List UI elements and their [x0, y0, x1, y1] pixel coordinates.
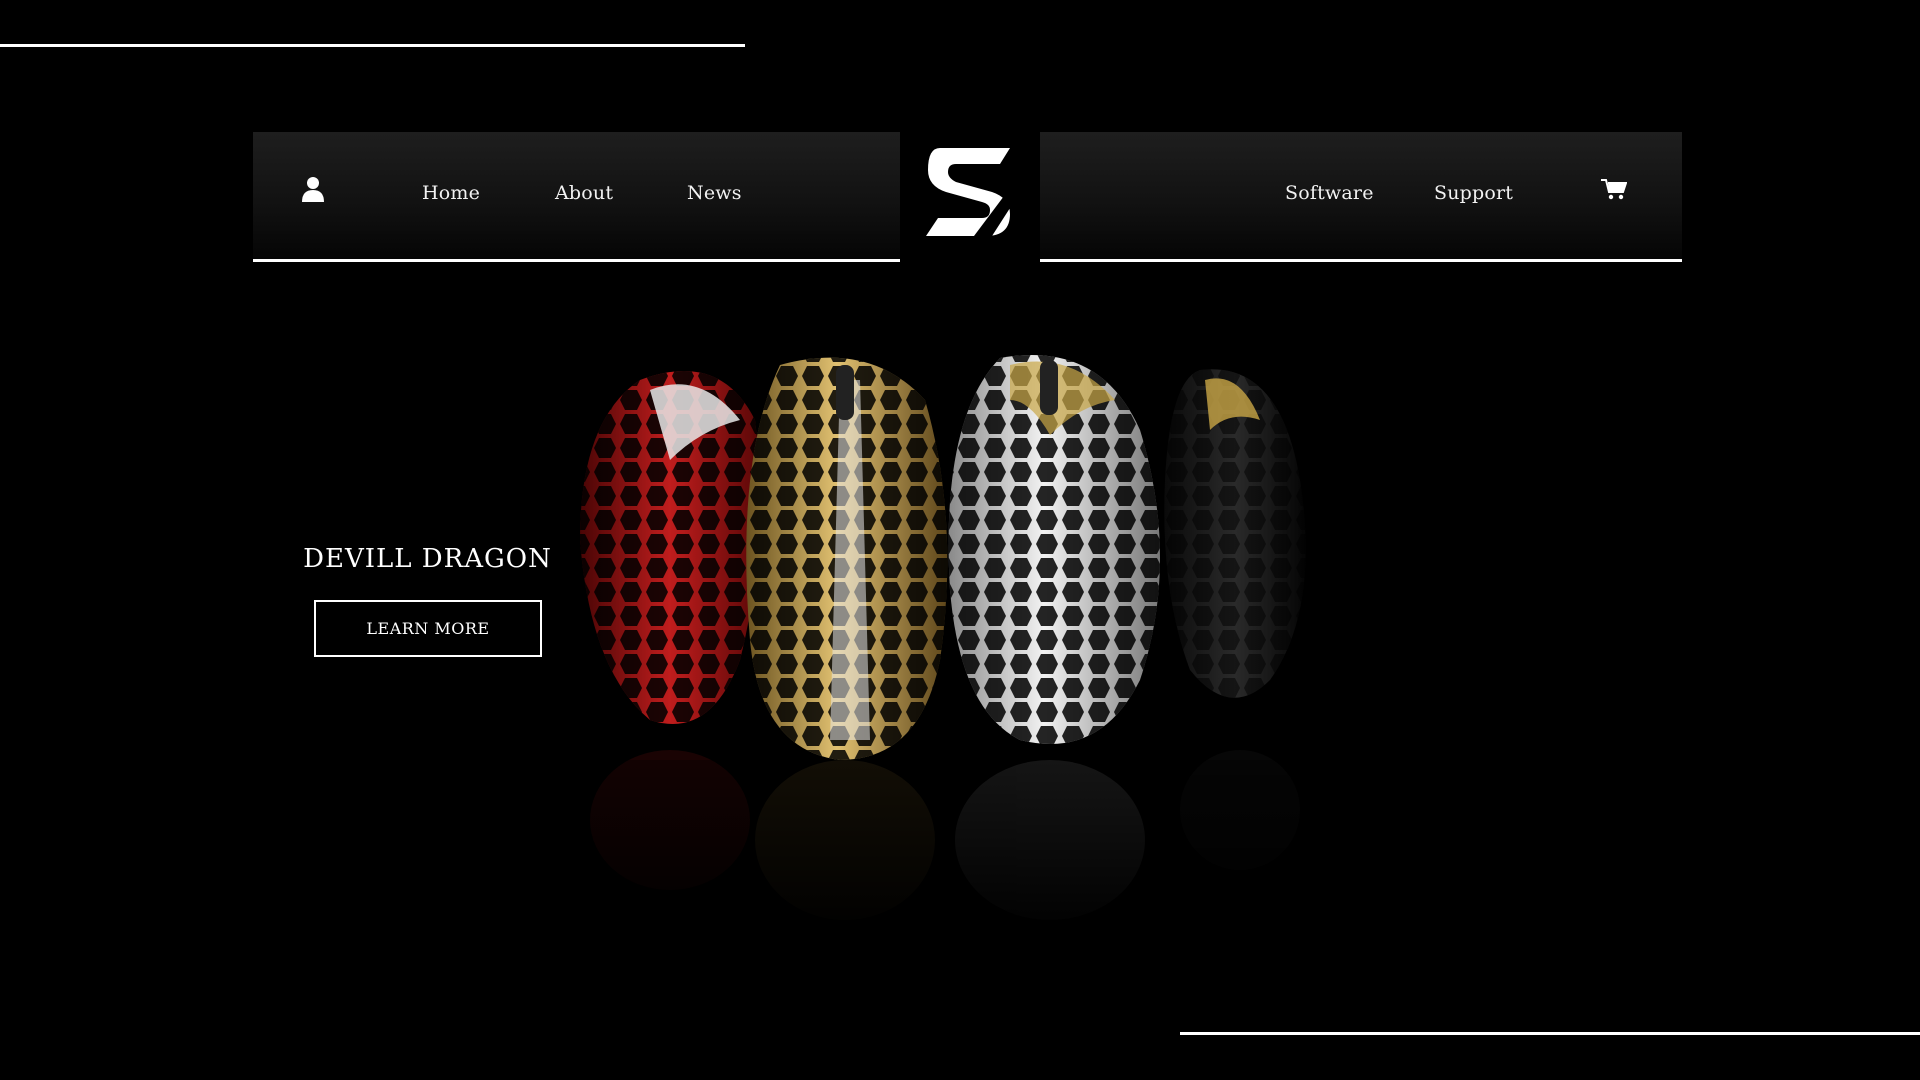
mouse-gold [746, 357, 948, 760]
nav-home-link[interactable]: Home [422, 182, 480, 204]
decorative-line-top [0, 44, 745, 47]
nav-news-link[interactable]: News [687, 182, 742, 204]
nav-about-link[interactable]: About [555, 182, 613, 204]
mouse-silver [948, 355, 1160, 744]
nav-right-panel: Software Support [1040, 132, 1682, 262]
nav-left-panel: Home About News [253, 132, 900, 262]
cart-icon[interactable] [1601, 178, 1628, 200]
brand-logo[interactable] [918, 142, 1018, 242]
page: Home About News Software Support DEVILL … [0, 0, 1920, 1080]
hero-title: DEVILL DRAGON [303, 544, 552, 574]
user-icon[interactable] [301, 176, 325, 202]
mouse-red [580, 371, 760, 724]
hero-product-image [540, 355, 1440, 940]
nav-software-link[interactable]: Software [1285, 182, 1374, 204]
mouse-black [1164, 369, 1306, 698]
nav-support-link[interactable]: Support [1434, 182, 1513, 204]
learn-more-button[interactable]: LEARN MORE [314, 600, 542, 657]
decorative-line-bottom [1180, 1032, 1920, 1035]
